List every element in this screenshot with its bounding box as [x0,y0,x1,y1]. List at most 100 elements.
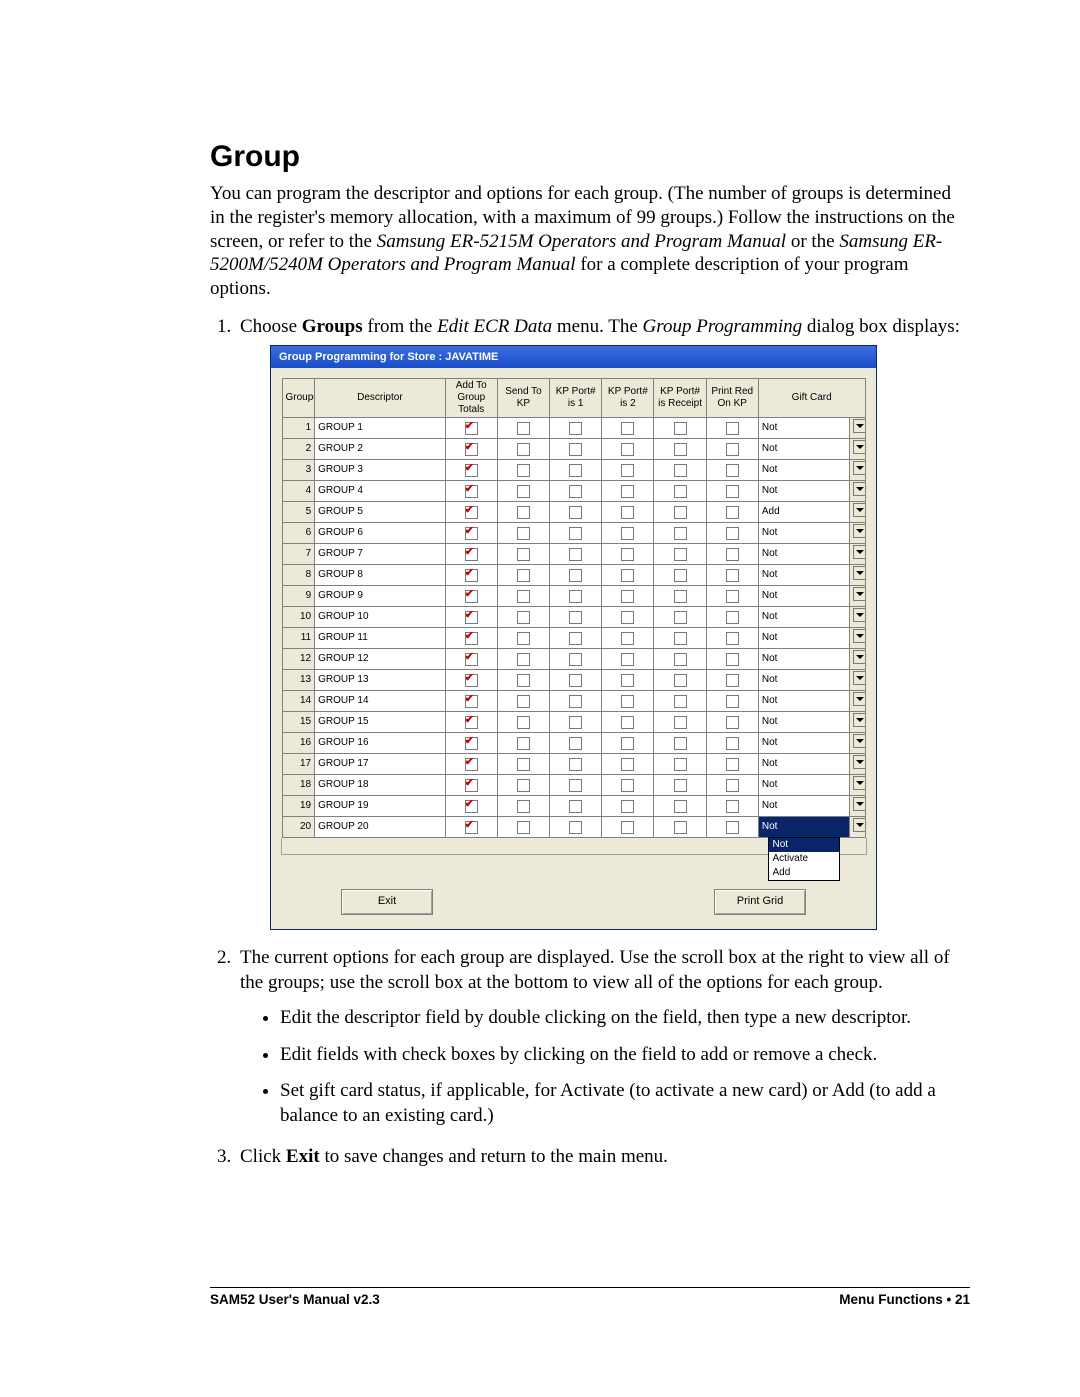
gift-card-cell[interactable]: Not [758,523,849,544]
kp1-checkbox[interactable] [550,439,602,460]
add-to-totals-checkbox[interactable] [445,712,497,733]
kp1-checkbox[interactable] [550,712,602,733]
gift-card-cell[interactable]: Not [758,544,849,565]
kp-receipt-checkbox[interactable] [654,754,706,775]
kp1-checkbox[interactable] [550,607,602,628]
send-to-kp-checkbox[interactable] [497,670,549,691]
send-to-kp-checkbox[interactable] [497,754,549,775]
print-red-checkbox[interactable] [706,460,758,481]
descriptor-cell[interactable]: GROUP 14 [315,691,446,712]
kp-receipt-checkbox[interactable] [654,481,706,502]
print-red-checkbox[interactable] [706,628,758,649]
kp2-checkbox[interactable] [602,796,654,817]
print-red-checkbox[interactable] [706,754,758,775]
dropdown-option[interactable]: Not [769,838,839,852]
gift-card-dropdown-button[interactable] [850,775,865,796]
kp2-checkbox[interactable] [602,502,654,523]
gift-card-cell[interactable]: Not [758,460,849,481]
descriptor-cell[interactable]: GROUP 13 [315,670,446,691]
send-to-kp-checkbox[interactable] [497,649,549,670]
kp1-checkbox[interactable] [550,649,602,670]
print-red-checkbox[interactable] [706,523,758,544]
add-to-totals-checkbox[interactable] [445,817,497,838]
send-to-kp-checkbox[interactable] [497,775,549,796]
print-red-checkbox[interactable] [706,544,758,565]
kp-receipt-checkbox[interactable] [654,439,706,460]
gift-card-dropdown-button[interactable] [850,796,865,817]
gift-card-cell[interactable]: Not [758,691,849,712]
kp1-checkbox[interactable] [550,586,602,607]
kp1-checkbox[interactable] [550,733,602,754]
kp-receipt-checkbox[interactable] [654,586,706,607]
kp-receipt-checkbox[interactable] [654,691,706,712]
descriptor-cell[interactable]: GROUP 6 [315,523,446,544]
kp2-checkbox[interactable] [602,712,654,733]
gift-card-cell[interactable]: Not [758,439,849,460]
gift-card-cell[interactable]: Not [758,628,849,649]
descriptor-cell[interactable]: GROUP 20 [315,817,446,838]
kp2-checkbox[interactable] [602,628,654,649]
descriptor-cell[interactable]: GROUP 19 [315,796,446,817]
descriptor-cell[interactable]: GROUP 4 [315,481,446,502]
gift-card-dropdown-button[interactable] [850,754,865,775]
print-grid-button[interactable]: Print Grid [714,889,806,915]
add-to-totals-checkbox[interactable] [445,733,497,754]
gift-card-dropdown-button[interactable] [850,817,865,838]
print-red-checkbox[interactable] [706,817,758,838]
print-red-checkbox[interactable] [706,775,758,796]
kp1-checkbox[interactable] [550,817,602,838]
gift-card-dropdown-button[interactable] [850,733,865,754]
add-to-totals-checkbox[interactable] [445,586,497,607]
group-grid[interactable]: Group# Descriptor Add To Group Totals Se… [282,378,866,838]
add-to-totals-checkbox[interactable] [445,502,497,523]
send-to-kp-checkbox[interactable] [497,565,549,586]
print-red-checkbox[interactable] [706,565,758,586]
print-red-checkbox[interactable] [706,691,758,712]
send-to-kp-checkbox[interactable] [497,544,549,565]
kp1-checkbox[interactable] [550,523,602,544]
kp2-checkbox[interactable] [602,439,654,460]
descriptor-cell[interactable]: GROUP 3 [315,460,446,481]
print-red-checkbox[interactable] [706,796,758,817]
send-to-kp-checkbox[interactable] [497,586,549,607]
gift-card-cell[interactable]: Not [758,649,849,670]
kp-receipt-checkbox[interactable] [654,628,706,649]
add-to-totals-checkbox[interactable] [445,460,497,481]
descriptor-cell[interactable]: GROUP 15 [315,712,446,733]
gift-card-dropdown-button[interactable] [850,523,865,544]
send-to-kp-checkbox[interactable] [497,817,549,838]
descriptor-cell[interactable]: GROUP 5 [315,502,446,523]
kp2-checkbox[interactable] [602,817,654,838]
print-red-checkbox[interactable] [706,418,758,439]
kp1-checkbox[interactable] [550,544,602,565]
descriptor-cell[interactable]: GROUP 17 [315,754,446,775]
gift-card-dropdown-button[interactable] [850,460,865,481]
add-to-totals-checkbox[interactable] [445,418,497,439]
descriptor-cell[interactable]: GROUP 1 [315,418,446,439]
add-to-totals-checkbox[interactable] [445,775,497,796]
kp1-checkbox[interactable] [550,502,602,523]
dropdown-option[interactable]: Add [769,866,839,880]
gift-card-dropdown-list[interactable]: NotActivateAdd [768,837,840,881]
kp1-checkbox[interactable] [550,796,602,817]
kp-receipt-checkbox[interactable] [654,649,706,670]
send-to-kp-checkbox[interactable] [497,712,549,733]
add-to-totals-checkbox[interactable] [445,754,497,775]
send-to-kp-checkbox[interactable] [497,796,549,817]
print-red-checkbox[interactable] [706,670,758,691]
descriptor-cell[interactable]: GROUP 9 [315,586,446,607]
dropdown-option[interactable]: Activate [769,852,839,866]
gift-card-dropdown-button[interactable] [850,712,865,733]
gift-card-dropdown-button[interactable] [850,607,865,628]
kp2-checkbox[interactable] [602,733,654,754]
kp-receipt-checkbox[interactable] [654,796,706,817]
send-to-kp-checkbox[interactable] [497,628,549,649]
descriptor-cell[interactable]: GROUP 16 [315,733,446,754]
kp-receipt-checkbox[interactable] [654,460,706,481]
gift-card-dropdown-button[interactable] [850,670,865,691]
send-to-kp-checkbox[interactable] [497,439,549,460]
send-to-kp-checkbox[interactable] [497,481,549,502]
send-to-kp-checkbox[interactable] [497,607,549,628]
add-to-totals-checkbox[interactable] [445,691,497,712]
gift-card-cell[interactable]: Not [758,817,849,838]
